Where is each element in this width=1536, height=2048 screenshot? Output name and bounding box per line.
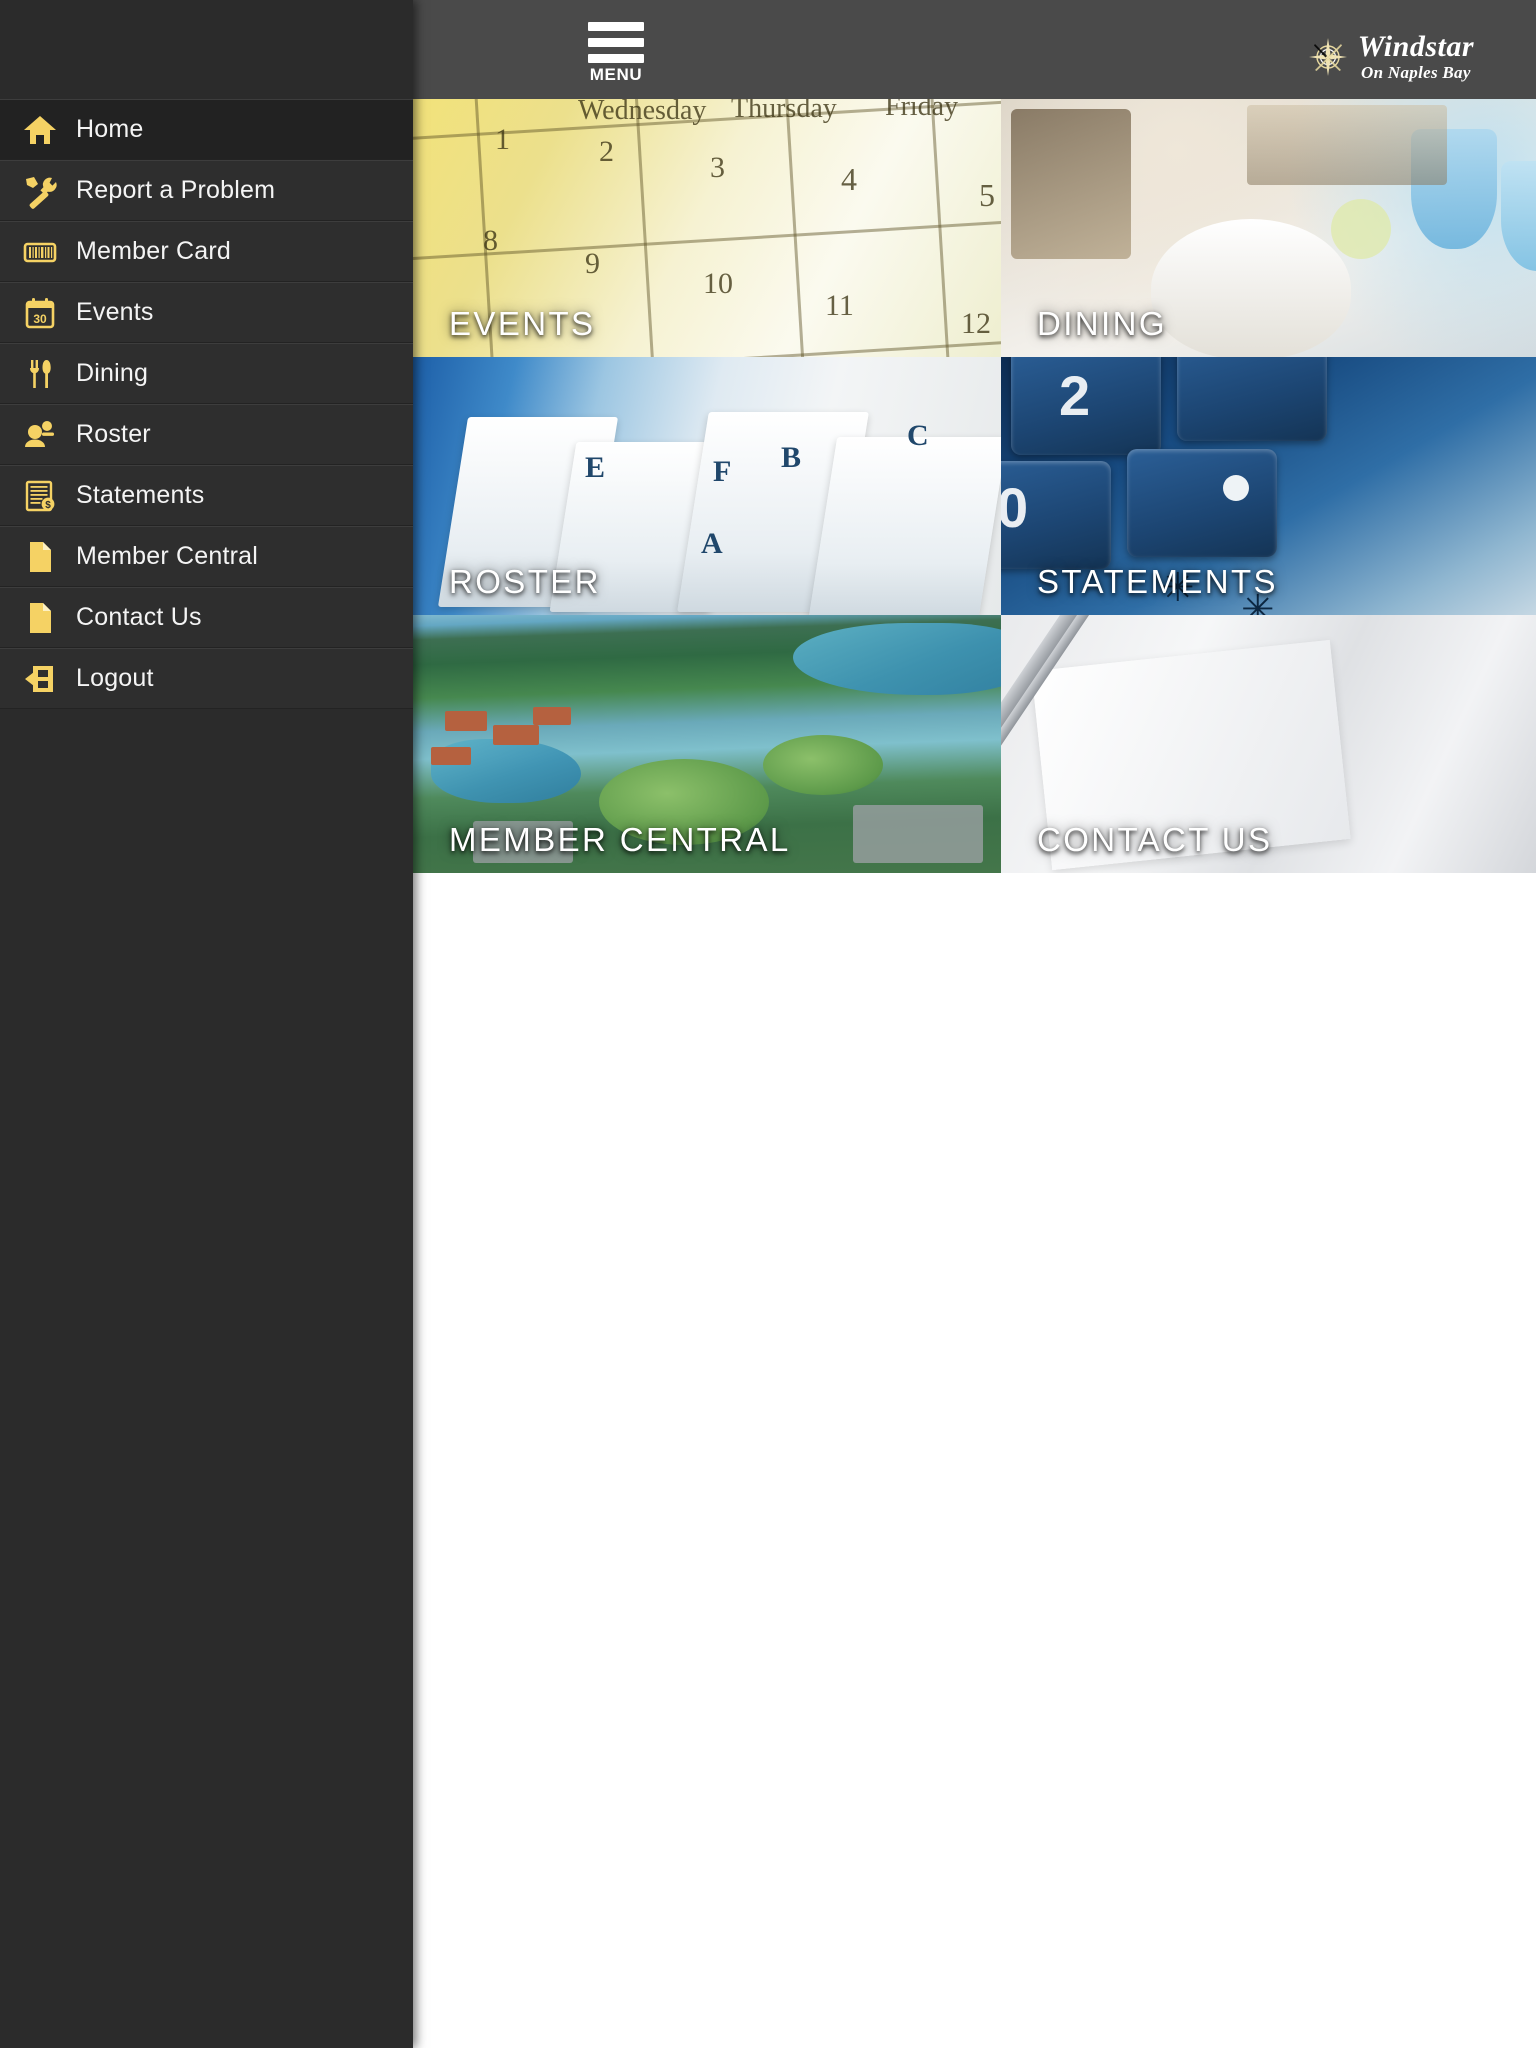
calendar-num-1: 1 (495, 123, 510, 156)
invoice-icon: $ (18, 474, 62, 518)
sidebar-item-home[interactable]: Home (0, 99, 413, 160)
sidebar-item-statements[interactable]: $ Statements (0, 465, 413, 526)
tile-dining[interactable]: DINING (1001, 99, 1536, 357)
calendar-num-10: 10 (703, 267, 733, 300)
tile-statements-label: STATEMENTS (1037, 563, 1278, 600)
menu-button[interactable]: MENU (580, 22, 652, 92)
calculator-digit-0: 0 (1001, 476, 1029, 539)
brand-text: Windstar On Naples Bay (1357, 30, 1474, 82)
sidebar-item-statements-label: Statements (76, 481, 205, 509)
tile-contact-us[interactable]: CONTACT US (1001, 615, 1536, 873)
brand-subtitle: On Naples Bay (1361, 63, 1471, 82)
sidebar-item-roster-label: Roster (76, 420, 151, 448)
tile-events[interactable]: Wednesday Thursday Friday 1 2 3 4 5 8 9 … (413, 99, 1001, 357)
sidebar-menu-list: Home Report a Problem Member Card 30 Eve… (0, 99, 413, 709)
calendar-day-wednesday: Wednesday (578, 99, 707, 126)
hamburger-icon (588, 22, 644, 66)
app-root: Wednesday Thursday Friday 1 2 3 4 5 8 9 … (0, 0, 1536, 2048)
sidebar-item-member-card[interactable]: Member Card (0, 221, 413, 282)
svg-text:30: 30 (33, 312, 47, 326)
sidebar-item-member-central[interactable]: Member Central (0, 526, 413, 587)
folder-letter-a: A (701, 527, 723, 560)
people-icon (18, 413, 62, 457)
sidebar-item-member-card-label: Member Card (76, 237, 232, 265)
tile-member-central[interactable]: MEMBER CENTRAL (413, 615, 1001, 873)
tile-statements[interactable]: 2 0 ✳ ✳ STATEMENTS (1001, 357, 1536, 615)
brand-logo: Windstar On Naples Bay (1308, 32, 1474, 81)
sidebar-item-contact-us-label: Contact Us (76, 603, 202, 631)
calendar-num-8: 8 (483, 224, 498, 257)
sidebar-item-dining[interactable]: Dining (0, 343, 413, 404)
folder-letter-f: F (713, 455, 732, 488)
sidebar-item-events[interactable]: 30 Events (0, 282, 413, 343)
sidebar-drawer: Home Report a Problem Member Card 30 Eve… (0, 0, 413, 2048)
sidebar-item-contact-us[interactable]: Contact Us (0, 587, 413, 648)
document-icon (18, 535, 62, 579)
calculator-digit-2: 2 (1059, 364, 1091, 427)
calendar-num-9: 9 (585, 247, 600, 280)
sidebar-item-home-label: Home (76, 115, 144, 143)
calendar-day-thursday: Thursday (731, 99, 837, 124)
tile-dining-label: DINING (1037, 305, 1167, 342)
sidebar-item-logout-label: Logout (76, 664, 154, 692)
folder-letter-e: E (585, 451, 606, 484)
folder-letter-c: C (907, 419, 929, 452)
tools-icon (18, 169, 62, 213)
tile-grid: Wednesday Thursday Friday 1 2 3 4 5 8 9 … (413, 99, 1536, 873)
sidebar-item-dining-label: Dining (76, 359, 149, 387)
folder-letter-b: B (781, 441, 802, 474)
brand-name: Windstar (1357, 30, 1474, 63)
sidebar-item-member-central-label: Member Central (76, 542, 259, 570)
sidebar-item-roster[interactable]: Roster (0, 404, 413, 465)
home-icon (18, 108, 62, 152)
sidebar-item-report-a-problem[interactable]: Report a Problem (0, 160, 413, 221)
calendar-num-11: 11 (825, 289, 854, 322)
barcode-icon (18, 230, 62, 274)
tile-member-central-label: MEMBER CENTRAL (449, 821, 791, 858)
app-header: MENU Windstar On Naples Bay (413, 0, 1536, 99)
calendar-num-2: 2 (599, 135, 614, 168)
calendar-num-12: 12 (961, 307, 991, 340)
tile-roster-label: ROSTER (449, 563, 601, 600)
compass-rose-icon (1308, 37, 1348, 77)
tile-events-label: EVENTS (449, 305, 596, 342)
calendar-num-5: 5 (979, 177, 995, 213)
cutlery-icon (18, 352, 62, 396)
logout-arrow-icon (18, 657, 62, 701)
sidebar-top-spacer (0, 0, 413, 99)
sidebar-item-report-a-problem-label: Report a Problem (76, 176, 276, 204)
menu-button-label: MENU (589, 65, 643, 84)
svg-text:$: $ (45, 500, 51, 511)
calendar-day-friday: Friday (885, 99, 959, 122)
main-content: Wednesday Thursday Friday 1 2 3 4 5 8 9 … (413, 99, 1536, 2048)
sidebar-item-events-label: Events (76, 298, 154, 326)
calendar-num-4: 4 (841, 161, 857, 197)
tile-roster[interactable]: E B C A F ROSTER (413, 357, 1001, 615)
sidebar-item-logout[interactable]: Logout (0, 648, 413, 709)
tile-contact-us-label: CONTACT US (1037, 821, 1273, 858)
calendar-num-3: 3 (710, 151, 725, 184)
calendar-icon: 30 (18, 291, 62, 335)
document-icon (18, 596, 62, 640)
